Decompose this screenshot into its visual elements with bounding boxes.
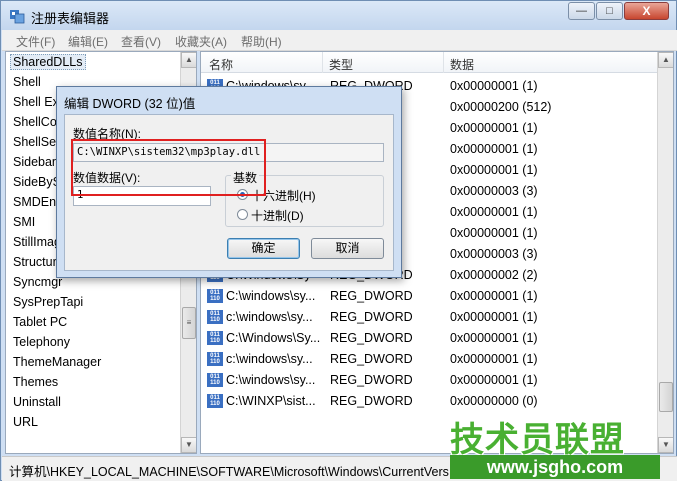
value-data: 0x00000001 (1) xyxy=(450,205,538,219)
tree-item[interactable]: ShellSer xyxy=(13,135,60,149)
value-data: 0x00000001 (1) xyxy=(450,142,538,156)
value-type: REG_DWORD xyxy=(330,352,413,366)
scroll-up-icon[interactable]: ▲ xyxy=(181,52,196,68)
registry-path: 计算机\HKEY_LOCAL_MACHINE\SOFTWARE\Microsof… xyxy=(9,465,449,479)
column-type[interactable]: 类型 xyxy=(329,56,353,73)
value-data: 0x00000001 (1) xyxy=(450,310,538,324)
tree-item[interactable]: ShellCo xyxy=(13,115,57,129)
reg-dword-icon: 011110 xyxy=(207,373,223,387)
tree-item[interactable]: Shell Ex xyxy=(13,95,59,109)
tree-item[interactable]: SMI xyxy=(13,215,35,229)
tree-item[interactable]: Shell xyxy=(13,75,41,89)
value-type: REG_DWORD xyxy=(330,331,413,345)
dialog-title: 编辑 DWORD (32 位)值 xyxy=(64,97,196,111)
table-row[interactable]: 011 110 C:\windows\sy... REG_DWORD 0x0000000… xyxy=(201,370,657,391)
value-data: 0x00000002 (2) xyxy=(450,268,538,282)
list-scrollbar[interactable]: ▲ ▼ xyxy=(657,52,673,453)
maximize-button[interactable]: □ xyxy=(596,2,623,20)
value-data: 0x00000003 (3) xyxy=(450,247,538,261)
value-data: 0x00000003 (3) xyxy=(450,184,538,198)
watermark-url: www.jsgho.com xyxy=(450,455,660,479)
value-data: 0x00000001 (1) xyxy=(450,121,538,135)
radio-dec-label[interactable]: 十进制(D) xyxy=(251,207,304,224)
reg-dword-icon: 011110 xyxy=(207,289,223,303)
tree-item[interactable]: Tablet PC xyxy=(13,315,67,329)
scroll-up-icon[interactable]: ▲ xyxy=(658,52,673,68)
value-type: REG_DWORD xyxy=(330,310,413,324)
value-data: 0x00000001 (1) xyxy=(450,163,538,177)
scroll-thumb[interactable]: ≡ xyxy=(182,307,196,339)
window-title: 注册表编辑器 xyxy=(31,11,110,26)
value-name: C:\windows\sy... xyxy=(226,373,316,387)
tree-item[interactable]: Structur xyxy=(13,255,57,269)
regedit-icon xyxy=(10,10,25,24)
radio-dec[interactable] xyxy=(237,209,248,220)
menu-favorites[interactable]: 收藏夹(A) xyxy=(175,33,227,50)
menu-view[interactable]: 查看(V) xyxy=(121,33,161,50)
tree-item[interactable]: URL xyxy=(13,415,38,429)
reg-dword-icon: 011110 xyxy=(207,352,223,366)
value-name: C:\Windows\Sy... xyxy=(226,331,321,345)
value-name: c:\windows\sy... xyxy=(226,310,313,324)
scroll-down-icon[interactable]: ▼ xyxy=(181,437,196,453)
reg-dword-icon: 011110 xyxy=(207,331,223,345)
column-name[interactable]: 名称 xyxy=(209,56,233,73)
tree-item[interactable]: StillImag xyxy=(13,235,61,249)
cancel-button[interactable]: 取消 xyxy=(311,238,384,259)
value-data: 0x00000001 (1) xyxy=(450,331,538,345)
value-type: REG_DWORD xyxy=(330,289,413,303)
value-data: 0x00000001 (1) xyxy=(450,226,538,240)
tree-item[interactable]: Themes xyxy=(13,375,58,389)
table-row[interactable]: 011 110 C:\WINXP\sist... REG_DWORD 0x0000000… xyxy=(201,391,657,412)
dialog-body: 数值名称(N): C:\WINXP\sistem32\mp3play.dll 数… xyxy=(64,114,394,271)
column-data[interactable]: 数据 xyxy=(450,56,474,73)
scroll-thumb[interactable] xyxy=(659,382,673,412)
value-name: C:\WINXP\sist... xyxy=(226,394,316,408)
value-data: 0x00000001 (1) xyxy=(450,289,538,303)
scroll-down-icon[interactable]: ▼ xyxy=(658,437,673,453)
list-header: 名称 类型 数据 xyxy=(201,52,673,73)
menu-file[interactable]: 文件(F) xyxy=(16,33,55,50)
value-type: REG_DWORD xyxy=(330,373,413,387)
tree-item[interactable]: SharedDLLs xyxy=(10,54,86,70)
edit-dword-dialog: 编辑 DWORD (32 位)值 数值名称(N): C:\WINXP\siste… xyxy=(56,86,402,278)
tree-item[interactable]: Syncmgr xyxy=(13,275,62,289)
table-row[interactable]: 011 110 C:\windows\sy... REG_DWORD 0x0000000… xyxy=(201,286,657,307)
table-row[interactable]: 011 110 c:\windows\sy... REG_DWORD 0x0000000… xyxy=(201,307,657,328)
menu-bar: 文件(F) 编辑(E) 查看(V) 收藏夹(A) 帮助(H) xyxy=(2,30,677,51)
close-button[interactable]: X xyxy=(624,2,669,20)
tree-item[interactable]: SysPrepTapi xyxy=(13,295,83,309)
value-name: C:\windows\sy... xyxy=(226,289,316,303)
value-data: 0x00000200 (512) xyxy=(450,100,552,114)
reg-dword-icon: 011110 xyxy=(207,394,223,408)
tree-item[interactable]: ThemeManager xyxy=(13,355,101,369)
menu-edit[interactable]: 编辑(E) xyxy=(68,33,108,50)
value-type: REG_DWORD xyxy=(330,394,413,408)
value-data: 0x00000001 (1) xyxy=(450,373,538,387)
watermark-title: 技术员联盟 xyxy=(450,421,625,459)
ok-button[interactable]: 确定 xyxy=(227,238,300,259)
value-data: 0x00000001 (1) xyxy=(450,352,538,366)
value-name: c:\windows\sy... xyxy=(226,352,313,366)
minimize-button[interactable]: — xyxy=(568,2,595,20)
highlight-box xyxy=(71,139,266,196)
menu-help[interactable]: 帮助(H) xyxy=(241,33,282,50)
tree-item[interactable]: Sidebar xyxy=(13,155,56,169)
tree-item[interactable]: Telephony xyxy=(13,335,70,349)
reg-dword-icon: 011110 xyxy=(207,310,223,324)
tree-item[interactable]: Uninstall xyxy=(13,395,61,409)
table-row[interactable]: 011 110 c:\windows\sy... REG_DWORD 0x0000000… xyxy=(201,349,657,370)
title-bar: 注册表编辑器 — □ X xyxy=(1,1,676,30)
table-row[interactable]: 011 110 C:\Windows\Sy... REG_DWORD 0x0000000… xyxy=(201,328,657,349)
value-data: 0x00000000 (0) xyxy=(450,394,538,408)
tree-item[interactable]: SMDEn xyxy=(13,195,56,209)
value-data: 0x00000001 (1) xyxy=(450,79,538,93)
